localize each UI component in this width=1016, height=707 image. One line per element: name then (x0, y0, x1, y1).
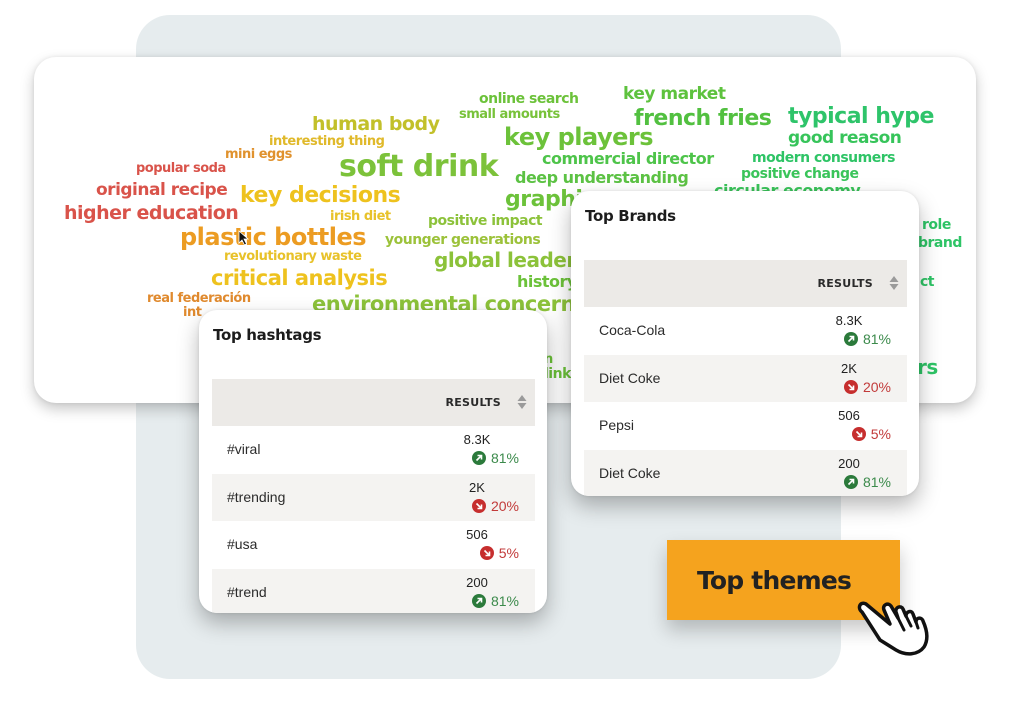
cloud-word[interactable]: brand (918, 236, 962, 250)
cloud-word[interactable]: small amounts (459, 108, 560, 121)
row-label: Pepsi (599, 417, 635, 433)
table-row[interactable]: Diet Coke 200 81% (584, 449, 907, 496)
change-percent: 81% (862, 473, 891, 490)
row-result-value: 200 (838, 455, 860, 471)
table-body: Coca-Cola 8.3K 81% Diet Coke 2K 20% Pepsi 506 5%… (584, 307, 907, 496)
row-change: 81% (843, 331, 891, 347)
table-row[interactable]: Pepsi 506 5% (584, 402, 907, 450)
cloud-word[interactable]: good reason (788, 130, 902, 147)
cloud-word[interactable]: key market (623, 86, 726, 103)
trend-up-arrow-icon (843, 332, 858, 346)
row-label: #usa (227, 536, 258, 552)
cloud-word[interactable]: plastic bottles (180, 225, 367, 249)
cloud-word[interactable]: deep understanding (515, 170, 689, 186)
cloud-word[interactable]: ct (920, 275, 935, 289)
cloud-word[interactable]: online search (479, 92, 579, 106)
trend-down-arrow-icon (843, 379, 858, 394)
results-column-header[interactable]: RESULTS (445, 396, 501, 409)
cloud-word[interactable]: french fries (634, 108, 772, 130)
row-result-value: 506 (838, 408, 860, 423)
cloud-word[interactable]: higher education (64, 204, 239, 223)
sort-icon[interactable] (889, 275, 899, 291)
cloud-word[interactable]: original recipe (96, 182, 228, 199)
row-result-value: 2K (469, 479, 485, 495)
cloud-word[interactable]: positive change (741, 167, 859, 181)
row-label: #viral (227, 441, 261, 457)
top-brands-card: Top Brands RESULTS Coca-Cola 8.3K 81% Diet … (571, 191, 919, 496)
row-label: #trending (227, 488, 286, 505)
table-row[interactable]: #trending 2K 20% (212, 473, 535, 521)
row-change: 20% (843, 378, 891, 395)
change-percent: 20% (490, 497, 519, 514)
cloud-word[interactable]: mini eggs (225, 148, 292, 161)
cloud-word[interactable]: revolutionary waste (224, 250, 362, 263)
change-percent: 81% (862, 331, 891, 347)
cloud-word[interactable]: typical hype (788, 106, 934, 128)
row-change: 81% (471, 592, 519, 609)
sort-icon[interactable] (517, 394, 527, 410)
table-row[interactable]: #trend 200 81% (212, 568, 535, 613)
cloud-word[interactable]: popular soda (136, 162, 226, 175)
row-change: 81% (471, 450, 519, 466)
row-change: 20% (471, 497, 519, 514)
cloud-word[interactable]: younger generations (385, 233, 541, 247)
cloud-word[interactable]: commercial director (542, 151, 714, 167)
card-title: Top hashtags (213, 326, 322, 344)
table-row[interactable]: Diet Coke 2K 20% (584, 354, 907, 402)
row-label: #trend (227, 583, 267, 600)
change-percent: 5% (870, 426, 891, 442)
row-label: Diet Coke (599, 464, 661, 481)
row-result-value: 8.3K (463, 432, 491, 447)
hashtags-table: RESULTS #viral 8.3K 81% #trending 2K 20% #usa 5… (212, 379, 535, 613)
row-label: Coca-Cola (599, 322, 666, 338)
cloud-word[interactable]: rs (917, 357, 938, 377)
cloud-word[interactable]: key players (504, 125, 654, 149)
row-result-value: 2K (841, 360, 857, 376)
row-change: 5% (479, 545, 519, 561)
table-row[interactable]: #viral 8.3K 81% (212, 426, 535, 474)
trend-down-arrow-icon (471, 498, 486, 513)
change-percent: 20% (862, 378, 891, 395)
mouse-cursor-icon (238, 230, 250, 246)
row-result-value: 8.3K (835, 313, 863, 328)
change-percent: 5% (498, 545, 519, 561)
card-title: Top Brands (585, 207, 676, 225)
change-percent: 81% (490, 592, 519, 609)
table-row[interactable]: Coca-Cola 8.3K 81% (584, 307, 907, 355)
table-header: RESULTS (584, 260, 907, 307)
trend-down-arrow-icon (851, 427, 866, 441)
change-percent: 81% (490, 450, 519, 466)
cloud-word[interactable]: soft drink (339, 152, 499, 182)
trend-up-arrow-icon (843, 474, 858, 489)
table-body: #viral 8.3K 81% #trending 2K 20% #usa 506 5% #tre… (212, 426, 535, 613)
row-change: 5% (851, 426, 891, 442)
cloud-word[interactable]: modern consumers (752, 151, 895, 165)
row-result-value: 200 (466, 574, 488, 590)
cloud-word[interactable]: positive impact (428, 214, 543, 228)
cloud-word[interactable]: human body (312, 115, 440, 134)
cloud-word[interactable]: history (517, 274, 577, 290)
cloud-word[interactable]: link (544, 367, 571, 381)
trend-up-arrow-icon (471, 451, 486, 465)
brands-table: RESULTS Coca-Cola 8.3K 81% Diet Coke 2K 20% Pe… (584, 260, 907, 496)
cloud-word[interactable]: irish diet (330, 210, 391, 223)
trend-down-arrow-icon (479, 546, 494, 560)
top-hashtags-card: Top hashtags RESULTS #viral 8.3K 81% #trend… (199, 310, 547, 613)
cloud-word[interactable]: critical analysis (211, 268, 388, 289)
cloud-word[interactable]: global leader (434, 250, 576, 270)
table-row[interactable]: #usa 506 5% (212, 521, 535, 569)
row-result-value: 506 (466, 527, 488, 542)
row-label: Diet Coke (599, 369, 661, 386)
row-change: 81% (843, 473, 891, 490)
trend-up-arrow-icon (471, 593, 486, 608)
pointing-hand-icon (857, 601, 929, 656)
results-column-header[interactable]: RESULTS (817, 277, 873, 290)
cloud-word[interactable]: role (922, 218, 951, 232)
cloud-word[interactable]: key decisions (240, 185, 401, 207)
cloud-word[interactable]: int (183, 306, 202, 319)
cloud-word[interactable]: real federación (147, 292, 251, 305)
table-header: RESULTS (212, 379, 535, 426)
